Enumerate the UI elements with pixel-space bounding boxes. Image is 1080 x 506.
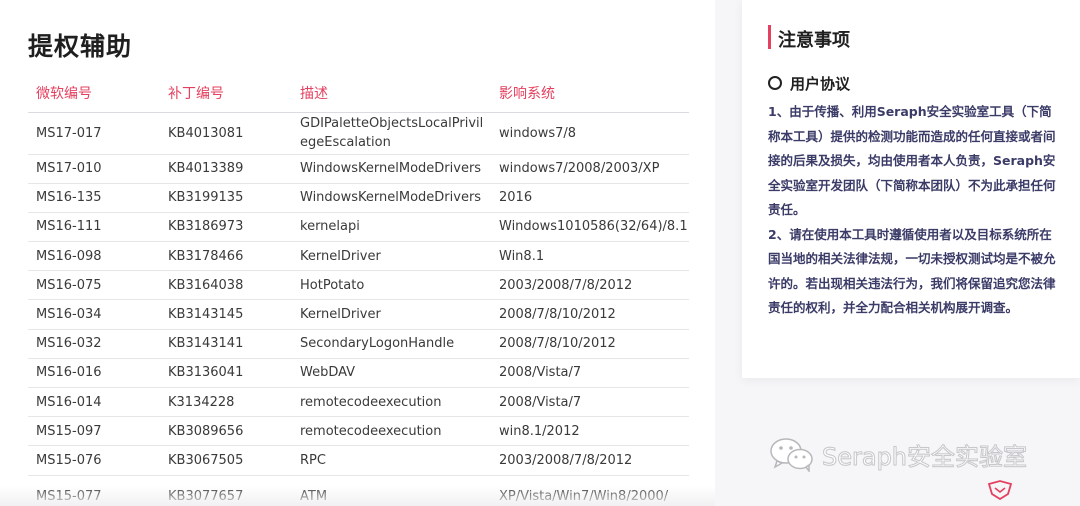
cell-kb-id: KB4013081 [160, 112, 292, 155]
cell-affected-systems: win8.1/2012 [491, 416, 689, 447]
circle-outline-icon [768, 76, 782, 90]
cell-kb-id: KB3186973 [160, 212, 292, 243]
cell-description: kernelapi [292, 212, 491, 243]
notice-body: 1、由于传播、利用Seraph安全实验室工具（下简称本工具）提供的检测功能而造成… [768, 100, 1064, 321]
cell-description: remotecodeexecution [292, 387, 491, 418]
cell-kb-id: KB4013389 [160, 154, 292, 184]
cell-description: WebDAV [292, 358, 491, 389]
cell-description: RPC [292, 445, 491, 476]
cell-kb-id: KB3089656 [160, 416, 292, 447]
notice-paragraph-1: 1、由于传播、利用Seraph安全实验室工具（下简称本工具）提供的检测功能而造成… [768, 104, 1056, 217]
cell-ms-id: MS16-111 [28, 212, 160, 243]
wechat-icon [770, 438, 813, 472]
cell-kb-id: KB3067505 [160, 445, 292, 476]
cell-kb-id: KB3143141 [160, 329, 292, 359]
cell-description: KernelDriver [292, 241, 491, 272]
cell-description: KernelDriver [292, 299, 491, 330]
column-header-affected-systems: 影响系统 [491, 74, 689, 113]
cell-description: remotecodeexecution [292, 416, 491, 447]
table-row: MS15-076 KB3067505 RPC 2003/2008/7/8/201… [28, 445, 689, 476]
cell-affected-systems: 2003/2008/7/8/2012 [491, 270, 689, 301]
table-row: MS16-032 KB3143141 SecondaryLogonHandle … [28, 329, 689, 359]
cell-description: WindowsKernelModeDrivers [292, 154, 491, 184]
table-row: MS16-016 KB3136041 WebDAV 2008/Vista/7 [28, 358, 689, 389]
cell-ms-id: MS16-098 [28, 241, 160, 272]
cell-kb-id: KB3164038 [160, 270, 292, 301]
cell-description: SecondaryLogonHandle [292, 329, 491, 359]
cell-affected-systems: 2008/Vista/7 [491, 387, 689, 418]
table-row: MS16-098 KB3178466 KernelDriver Win8.1 [28, 241, 689, 272]
cell-kb-id: KB3136041 [160, 358, 292, 389]
page-title: 提权辅助 [28, 32, 133, 61]
brand-watermark: Seraph安全实验室 [768, 436, 1028, 472]
cell-affected-systems: 2008/7/8/10/2012 [491, 299, 689, 330]
bottom-fade [0, 486, 715, 506]
cell-kb-id: KB3143145 [160, 299, 292, 330]
cell-affected-systems: Windows1010586(32/64)/8.1 [491, 212, 689, 243]
table-row: MS15-097 KB3089656 remotecodeexecution w… [28, 416, 689, 447]
cell-kb-id: KB3178466 [160, 241, 292, 272]
column-header-description: 描述 [292, 74, 491, 113]
user-agreement-heading: 用户协议 [790, 75, 851, 93]
cell-affected-systems: 2008/Vista/7 [491, 358, 689, 389]
main-panel: 提权辅助 微软编号 补丁编号 描述 影响系统 MS17-017 KB401308… [0, 0, 715, 506]
cell-affected-systems: Win8.1 [491, 241, 689, 272]
accent-bar [768, 25, 771, 49]
cell-ms-id: MS17-010 [28, 154, 160, 184]
cell-kb-id: K3134228 [160, 387, 292, 418]
cell-description: WindowsKernelModeDrivers [292, 183, 491, 213]
cell-ms-id: MS15-076 [28, 445, 160, 476]
cell-ms-id: MS16-016 [28, 358, 160, 389]
watermark-text: Seraph安全实验室 [821, 442, 1028, 471]
privilege-escalation-table: 微软编号 补丁编号 描述 影响系统 MS17-017 KB4013081 GDI… [28, 74, 689, 506]
cell-description: GDIPaletteObjectsLocalPrivilegeEscalatio… [292, 112, 491, 155]
cell-ms-id: MS15-097 [28, 416, 160, 447]
cell-affected-systems: windows7/2008/2003/XP [491, 154, 689, 184]
cell-ms-id: MS16-032 [28, 329, 160, 359]
table-row: MS17-017 KB4013081 GDIPaletteObjectsLoca… [28, 112, 689, 155]
table-row: MS16-111 KB3186973 kernelapi Windows1010… [28, 212, 689, 243]
column-header-ms-id: 微软编号 [28, 74, 160, 113]
notice-title: 注意事项 [778, 30, 850, 51]
cell-affected-systems: 2016 [491, 183, 689, 213]
cell-description: HotPotato [292, 270, 491, 301]
table-row: MS16-014 K3134228 remotecodeexecution 20… [28, 387, 689, 418]
cell-ms-id: MS17-017 [28, 112, 160, 155]
cell-kb-id: KB3199135 [160, 183, 292, 213]
cell-ms-id: MS16-075 [28, 270, 160, 301]
shield-logo-icon [987, 480, 1013, 500]
cell-ms-id: MS16-135 [28, 183, 160, 213]
cell-affected-systems: windows7/8 [491, 112, 689, 155]
table-row: MS17-010 KB4013389 WindowsKernelModeDriv… [28, 154, 689, 184]
column-header-kb-id: 补丁编号 [160, 74, 292, 113]
cell-affected-systems: 2008/7/8/10/2012 [491, 329, 689, 359]
cell-ms-id: MS16-034 [28, 299, 160, 330]
cell-ms-id: MS16-014 [28, 387, 160, 418]
cell-affected-systems: 2003/2008/7/8/2012 [491, 445, 689, 476]
table-header-row: 微软编号 补丁编号 描述 影响系统 [28, 74, 689, 113]
notice-paragraph-2: 2、请在使用本工具时遵循使用者以及目标系统所在国当地的相关法律法规，一切未授权测… [768, 226, 1056, 316]
notice-panel: 注意事项 用户协议 1、由于传播、利用Seraph安全实验室工具（下简称本工具）… [742, 0, 1080, 378]
table-row: MS16-075 KB3164038 HotPotato 2003/2008/7… [28, 270, 689, 301]
table-row: MS16-135 KB3199135 WindowsKernelModeDriv… [28, 183, 689, 213]
table-row: MS16-034 KB3143145 KernelDriver 2008/7/8… [28, 299, 689, 330]
